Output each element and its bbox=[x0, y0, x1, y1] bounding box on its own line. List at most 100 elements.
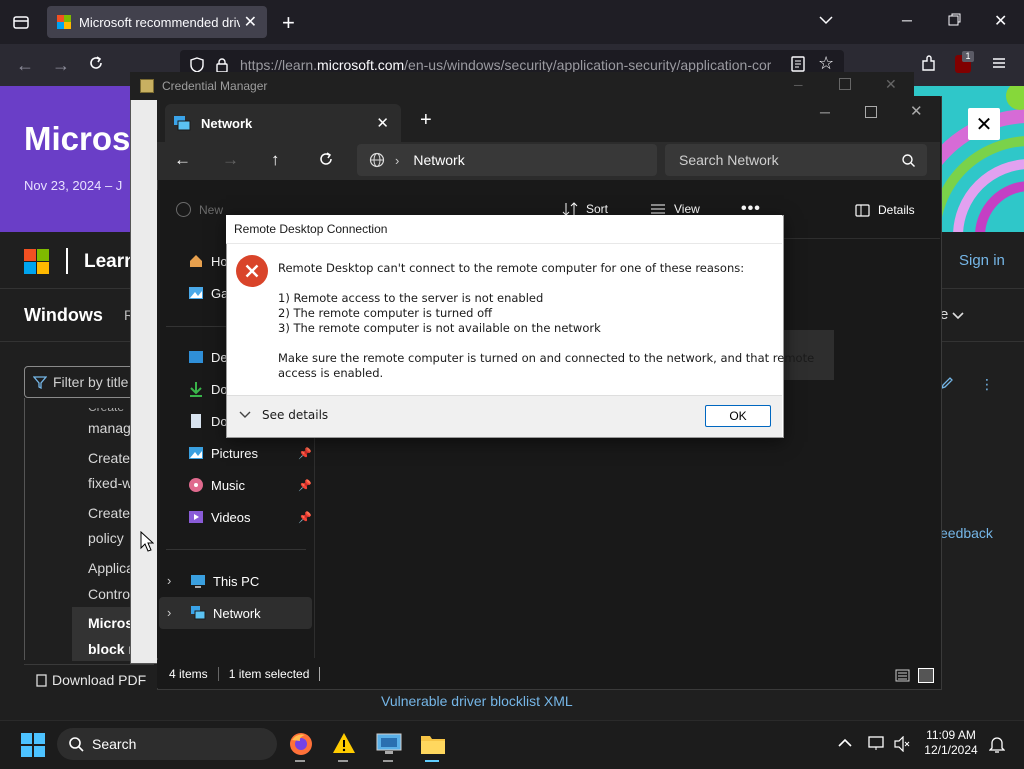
tab-list-icon[interactable] bbox=[12, 13, 30, 31]
reader-view-icon[interactable] bbox=[791, 56, 805, 72]
menu-icon[interactable] bbox=[992, 56, 1006, 70]
nav-item-home[interactable]: Ho bbox=[188, 249, 228, 273]
vulnerable-driver-link[interactable]: Vulnerable driver blocklist XML bbox=[381, 693, 573, 709]
toc-item[interactable]: Contro bbox=[88, 586, 130, 602]
remote-desktop-icon[interactable] bbox=[376, 733, 402, 755]
explorer-maximize-icon[interactable] bbox=[865, 106, 877, 118]
dialog-advice: access is enabled. bbox=[278, 366, 384, 380]
breadcrumb-network[interactable]: Network bbox=[413, 152, 464, 168]
extensions-icon[interactable] bbox=[920, 55, 938, 73]
windows-start-icon[interactable] bbox=[21, 733, 45, 757]
nav-item-documents[interactable]: Do bbox=[188, 409, 228, 433]
firefox-icon[interactable] bbox=[289, 732, 313, 756]
nav-item-network[interactable]: Network bbox=[190, 601, 261, 625]
explorer-new-tab-icon[interactable]: + bbox=[420, 109, 432, 132]
filter-input[interactable]: Filter by title bbox=[24, 366, 146, 398]
explorer-tab-close-icon[interactable]: ✕ bbox=[376, 114, 389, 132]
taskbar-clock[interactable]: 11:09 AM 12/1/2024 bbox=[920, 728, 982, 758]
cm-minimize-icon[interactable]: ─ bbox=[794, 78, 803, 92]
dialog-titlebar[interactable]: Remote Desktop Connection bbox=[226, 215, 782, 244]
new-tab-icon[interactable]: + bbox=[282, 10, 295, 36]
toc-item-selected[interactable]: Micros bbox=[88, 615, 133, 631]
hero-close-button[interactable]: ✕ bbox=[968, 108, 1000, 140]
explorer-search-input[interactable]: Search Network bbox=[665, 144, 927, 176]
file-explorer-icon[interactable] bbox=[420, 733, 446, 755]
cm-close-icon[interactable]: ✕ bbox=[885, 76, 897, 93]
toc-item[interactable]: Applica bbox=[88, 560, 134, 576]
explorer-up-icon[interactable]: ↑ bbox=[271, 150, 280, 170]
learn-link[interactable]: Learn bbox=[84, 251, 136, 273]
breadcrumb-chevron-icon[interactable]: › bbox=[395, 153, 399, 168]
ok-button[interactable]: OK bbox=[705, 405, 771, 427]
microsoft-logo[interactable] bbox=[24, 249, 49, 274]
downloads-icon bbox=[188, 381, 204, 397]
network-status-icon[interactable] bbox=[868, 735, 886, 751]
view-label: View bbox=[674, 202, 700, 216]
pin-icon[interactable]: 📌 bbox=[298, 511, 312, 524]
toc-item-selected[interactable]: block r bbox=[88, 641, 134, 657]
tracking-shield-icon[interactable] bbox=[190, 57, 204, 73]
expand-network-chevron-icon[interactable]: › bbox=[167, 605, 171, 620]
minimize-icon[interactable]: ─ bbox=[902, 12, 912, 28]
tiles-view-icon[interactable] bbox=[918, 668, 934, 683]
explorer-minimize-icon[interactable]: ─ bbox=[820, 104, 830, 120]
toc-item[interactable]: policy bbox=[88, 530, 124, 546]
pin-icon[interactable]: 📌 bbox=[298, 479, 312, 492]
toc-item[interactable]: Create bbox=[88, 505, 130, 521]
nav-item-this-pc[interactable]: This PC bbox=[190, 569, 259, 593]
toc-item[interactable]: Create bbox=[88, 450, 130, 466]
new-button[interactable]: New bbox=[176, 202, 223, 217]
see-details-toggle[interactable]: See details bbox=[239, 408, 328, 422]
edit-pencil-icon[interactable] bbox=[940, 376, 954, 390]
nav-item-pictures[interactable]: Pictures 📌 bbox=[188, 441, 312, 465]
details-pane-button[interactable]: Details bbox=[855, 203, 915, 217]
toc-item[interactable]: manag bbox=[88, 420, 131, 436]
toc-item[interactable]: fixed-w bbox=[88, 475, 132, 491]
explorer-address-bar[interactable]: › Network bbox=[357, 144, 657, 176]
tab-close-icon[interactable]: ✕ bbox=[244, 12, 257, 32]
dialog-heading: Remote Desktop can't connect to the remo… bbox=[278, 261, 745, 275]
cm-maximize-icon[interactable] bbox=[839, 78, 851, 90]
download-pdf-button[interactable]: Download PDF bbox=[24, 664, 154, 695]
reload-icon[interactable] bbox=[88, 55, 104, 71]
show-hidden-icons-icon[interactable] bbox=[838, 738, 852, 748]
explorer-status-bar: 4 items 1 item selected bbox=[157, 660, 940, 688]
close-window-icon[interactable]: ✕ bbox=[994, 11, 1007, 31]
pin-icon[interactable]: 📌 bbox=[298, 447, 312, 460]
explorer-back-icon[interactable]: ← bbox=[174, 150, 191, 170]
windows-nav-title[interactable]: Windows bbox=[24, 305, 103, 326]
lock-icon[interactable] bbox=[216, 57, 228, 73]
taskbar-search[interactable]: Search bbox=[57, 728, 277, 760]
tab-list-chevron-icon[interactable] bbox=[818, 12, 834, 28]
nav-item-downloads[interactable]: Do bbox=[188, 377, 228, 401]
expand-this-pc-chevron-icon[interactable]: › bbox=[167, 573, 171, 588]
feedback-link[interactable]: eedback bbox=[940, 525, 993, 541]
gallery-icon bbox=[188, 285, 204, 301]
bookmark-star-icon[interactable]: ☆ bbox=[818, 53, 834, 74]
browser-tab[interactable]: Microsoft recommended driver ✕ bbox=[47, 6, 267, 38]
explorer-tab-network[interactable]: Network ✕ bbox=[165, 104, 401, 142]
toc-line bbox=[24, 398, 25, 660]
warning-app-icon[interactable] bbox=[332, 732, 356, 754]
nav-item-gallery[interactable]: Ga bbox=[188, 281, 228, 305]
sort-button[interactable]: Sort bbox=[562, 202, 608, 216]
sort-icon bbox=[562, 202, 578, 216]
more-options-icon[interactable]: ⋮ bbox=[980, 376, 994, 393]
notification-bell-icon[interactable] bbox=[989, 736, 1005, 753]
restore-icon[interactable] bbox=[948, 13, 962, 27]
back-icon[interactable]: ← bbox=[16, 55, 34, 76]
error-icon bbox=[236, 255, 268, 287]
nav-item-videos[interactable]: Videos 📌 bbox=[188, 505, 312, 529]
nav-item-music[interactable]: Music 📌 bbox=[188, 473, 312, 497]
search-placeholder: Search Network bbox=[679, 152, 779, 168]
view-button[interactable]: View bbox=[650, 202, 700, 216]
details-view-icon[interactable] bbox=[895, 669, 910, 682]
sign-in-link[interactable]: Sign in bbox=[959, 252, 1005, 269]
nav-more-dropdown[interactable]: e bbox=[940, 306, 964, 323]
explorer-forward-icon[interactable]: → bbox=[222, 150, 239, 170]
forward-icon[interactable]: → bbox=[52, 55, 70, 76]
explorer-refresh-icon[interactable] bbox=[319, 152, 334, 167]
nav-item-desktop[interactable]: De bbox=[188, 345, 228, 369]
explorer-close-icon[interactable]: ✕ bbox=[910, 102, 923, 120]
volume-muted-icon[interactable] bbox=[894, 736, 910, 752]
